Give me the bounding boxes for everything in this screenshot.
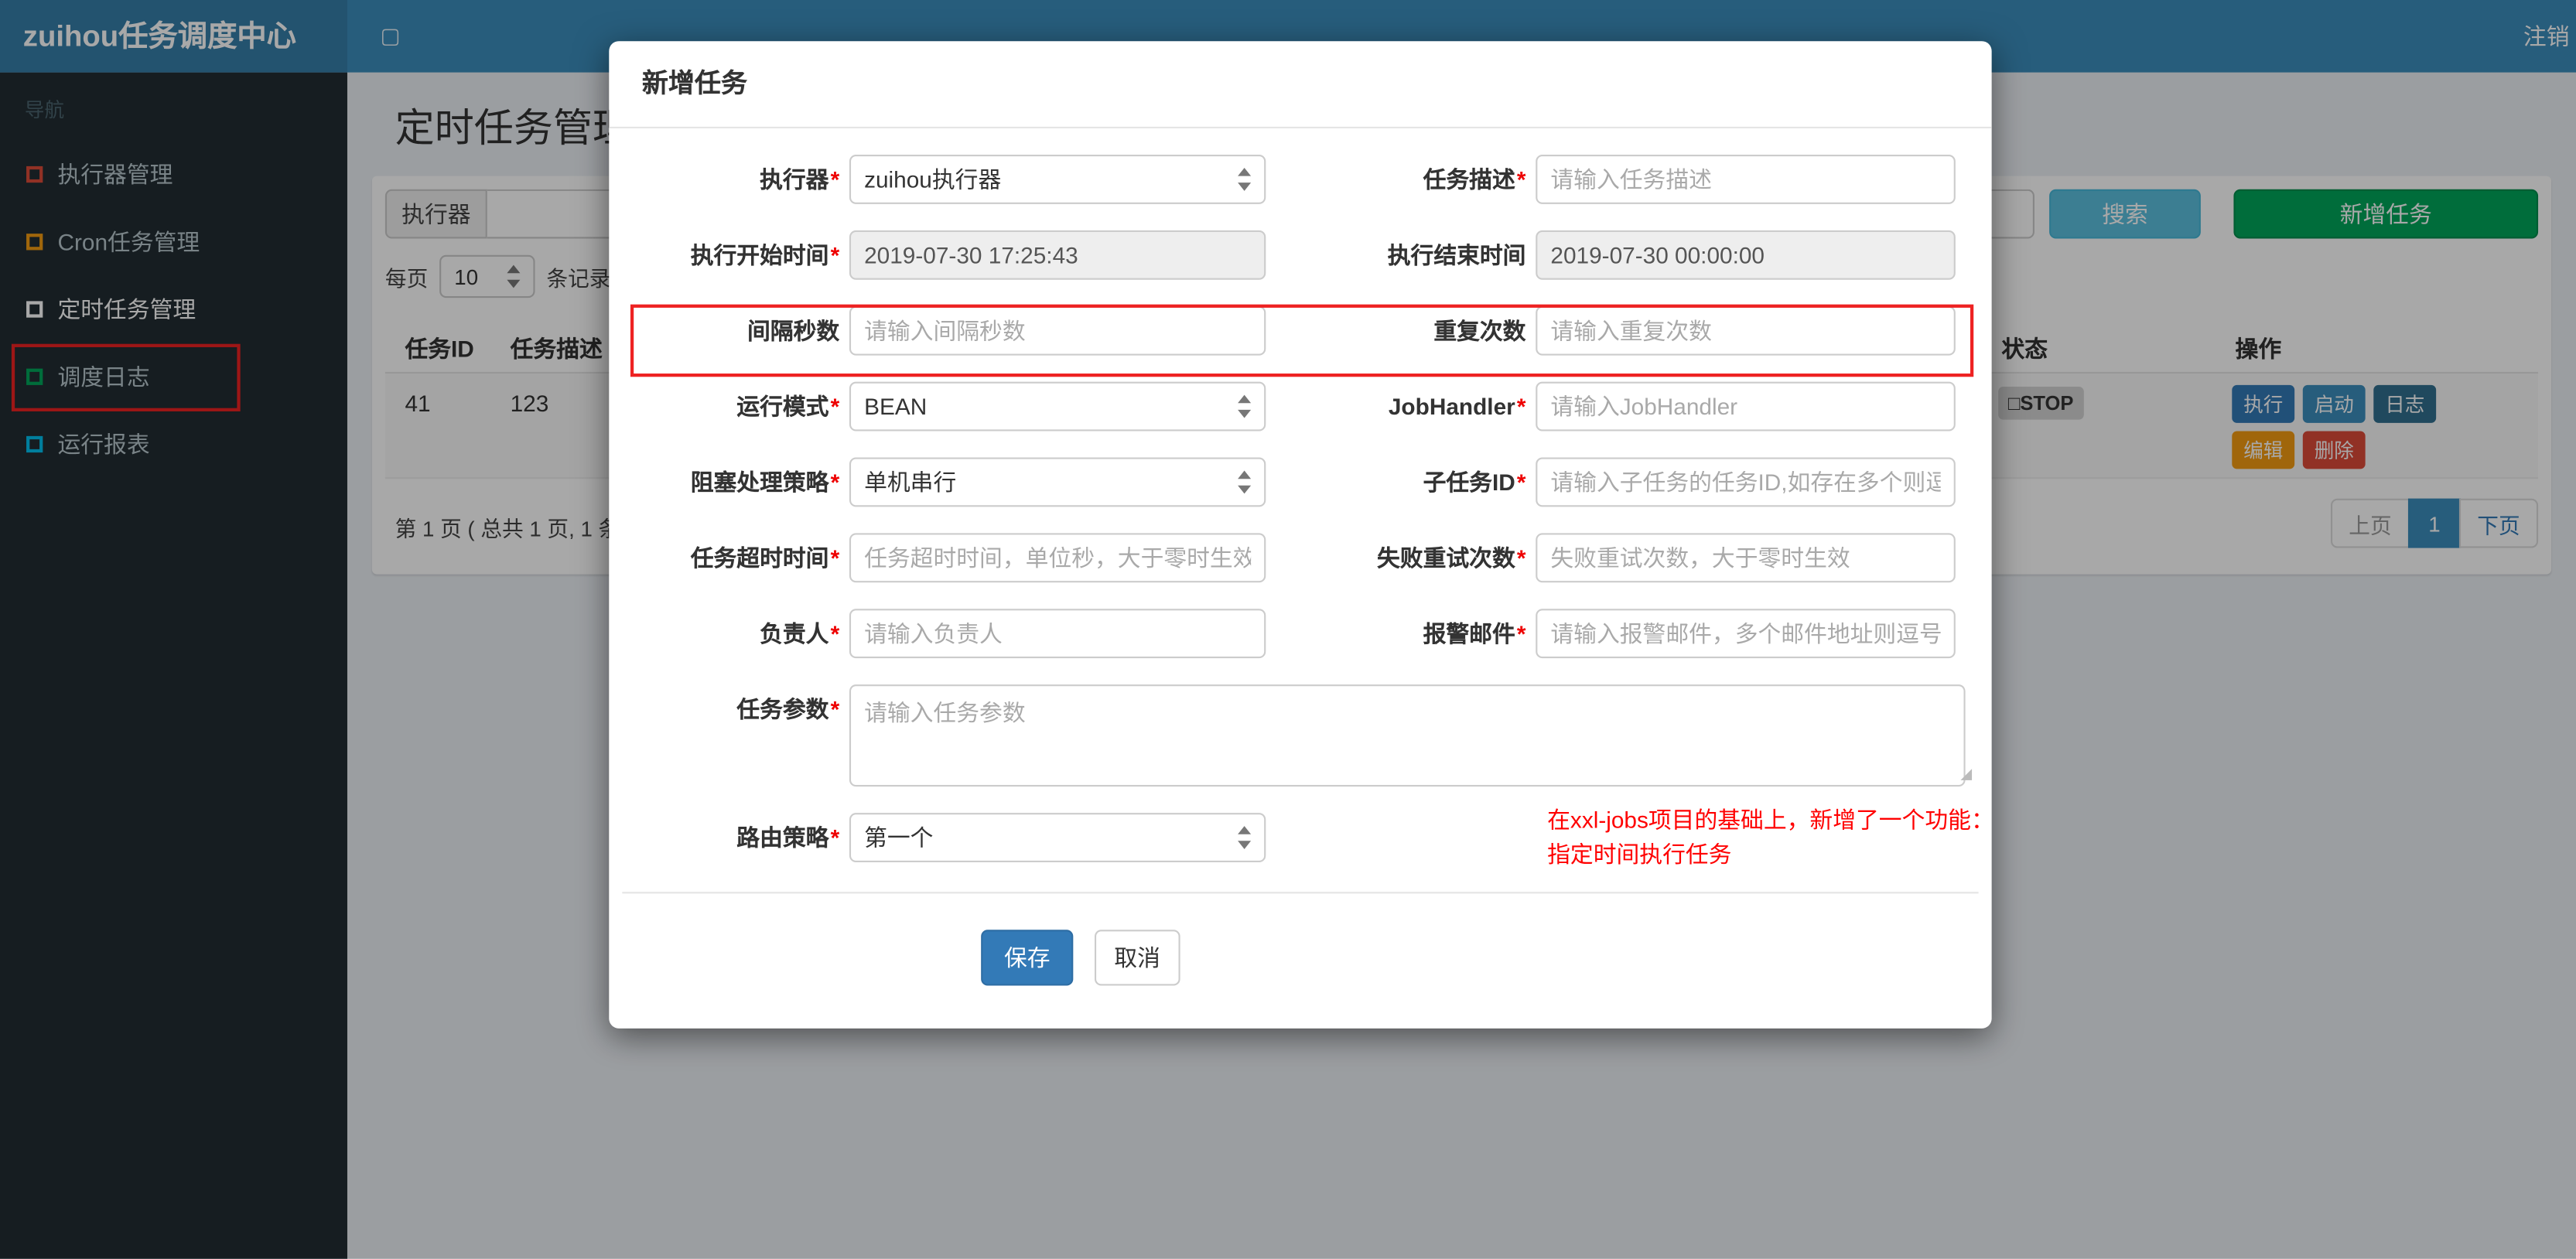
form-row-block-childjob: 阻塞处理策略 单机串行 子任务ID xyxy=(622,457,1978,507)
form-row-timeout-retry: 任务超时时间 失败重试次数 xyxy=(622,533,1978,583)
run-mode-select-value: BEAN xyxy=(864,393,928,420)
child-job-label: 子任务ID xyxy=(1266,458,1525,507)
form-row-interval-repeat: 间隔秒数 重复次数 xyxy=(622,305,1978,356)
timeout-input[interactable] xyxy=(849,533,1266,583)
note-line-2: 指定时间执行任务 xyxy=(1547,841,1732,868)
job-params-textarea[interactable] xyxy=(849,684,1966,787)
job-handler-input[interactable] xyxy=(1536,381,1956,432)
form-row-runmode-handler: 运行模式 BEAN JobHandler xyxy=(622,381,1978,432)
modal-body: 执行器 zuihou执行器 任务描述 执行开始时间 执行结束时间 间隔秒数 重复… xyxy=(609,128,1994,868)
repeat-label: 重复次数 xyxy=(1433,317,1526,344)
owner-label: 负责人 xyxy=(622,609,839,658)
form-row-job-params: 任务参数 ◢ xyxy=(622,684,1978,787)
retry-input[interactable] xyxy=(1536,533,1956,583)
form-row-owner-email: 负责人 报警邮件 xyxy=(622,609,1978,659)
alarm-email-input[interactable] xyxy=(1536,609,1956,659)
route-strategy-select-value: 第一个 xyxy=(864,824,934,851)
start-time-label: 执行开始时间 xyxy=(622,230,839,280)
route-strategy-label: 路由策略 xyxy=(622,813,839,862)
modal-header: 新增任务 xyxy=(609,41,1992,128)
resize-grip-icon[interactable]: ◢ xyxy=(1960,766,1972,782)
add-task-modal: 新增任务 执行器 zuihou执行器 任务描述 执行开始时间 执行结束时间 间隔… xyxy=(609,41,1994,1029)
interval-input[interactable] xyxy=(849,305,1266,356)
route-strategy-select[interactable]: 第一个 xyxy=(849,813,1266,862)
block-strategy-label: 阻塞处理策略 xyxy=(622,458,839,507)
executor-label: 执行器 xyxy=(622,155,839,204)
repeat-input[interactable] xyxy=(1536,305,1956,356)
end-time-input[interactable] xyxy=(1536,230,1956,280)
cancel-button[interactable]: 取消 xyxy=(1094,930,1180,986)
run-mode-label: 运行模式 xyxy=(622,382,839,432)
modal-title: 新增任务 xyxy=(641,70,748,99)
run-mode-select[interactable]: BEAN xyxy=(849,381,1266,432)
timeout-label: 任务超时时间 xyxy=(622,533,839,582)
select-stepper-icon xyxy=(1238,826,1252,849)
form-row-route-note: 路由策略 第一个 在xxl-jobs项目的基础上，新增了一个功能： 指定时间执行… xyxy=(622,807,1993,868)
interval-label: 间隔秒数 xyxy=(747,317,840,344)
retry-label: 失败重试次数 xyxy=(1266,533,1525,582)
note-text: 在xxl-jobs项目的基础上，新增了一个功能： 指定时间执行任务 xyxy=(1547,803,1994,872)
select-stepper-icon xyxy=(1238,470,1252,494)
job-desc-label: 任务描述 xyxy=(1266,155,1525,204)
job-params-label: 任务参数 xyxy=(622,684,839,734)
save-button[interactable]: 保存 xyxy=(981,930,1074,986)
note-line-1: 在xxl-jobs项目的基础上，新增了一个功能： xyxy=(1547,806,1994,833)
alarm-email-label: 报警邮件 xyxy=(1266,609,1525,658)
block-strategy-select-value: 单机串行 xyxy=(864,469,957,496)
select-stepper-icon xyxy=(1238,168,1252,191)
child-job-input[interactable] xyxy=(1536,457,1956,507)
job-desc-input[interactable] xyxy=(1536,155,1956,204)
start-time-input[interactable] xyxy=(849,230,1266,280)
end-time-label: 执行结束时间 xyxy=(1387,241,1526,268)
executor-select-value: zuihou执行器 xyxy=(864,165,1002,193)
job-handler-label: JobHandler xyxy=(1266,382,1525,432)
form-row-times: 执行开始时间 执行结束时间 xyxy=(622,230,1978,280)
app-window: zuihou任务调度中心 ▢ 注销 导航 执行器管理 Cron任务管理 定时任务… xyxy=(0,0,2576,1259)
block-strategy-select[interactable]: 单机串行 xyxy=(849,457,1266,507)
select-stepper-icon xyxy=(1238,394,1252,418)
executor-select[interactable]: zuihou执行器 xyxy=(849,155,1266,204)
owner-input[interactable] xyxy=(849,609,1266,659)
form-row-executor-desc: 执行器 zuihou执行器 任务描述 xyxy=(622,155,1978,204)
modal-footer: 保存 取消 xyxy=(609,893,1991,1028)
